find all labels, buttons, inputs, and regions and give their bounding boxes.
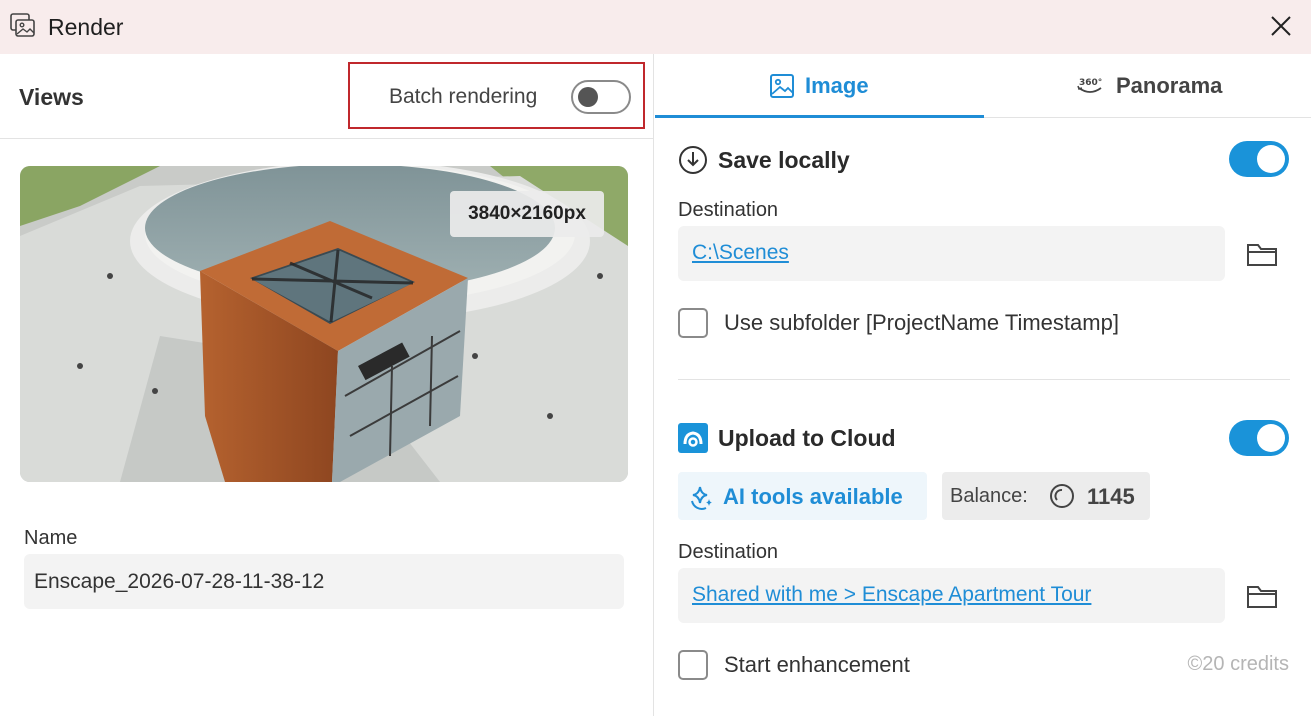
download-circle-icon <box>679 146 707 174</box>
cloud-destination-link[interactable]: Shared with me > Enscape Apartment Tour <box>692 583 1091 607</box>
views-panel: Views Batch rendering 3840×2160px Name E… <box>0 54 654 716</box>
resolution-badge: 3840×2160px <box>450 191 604 237</box>
tab-panorama[interactable]: 360° Panorama <box>984 54 1311 118</box>
toggle-knob <box>1257 424 1285 452</box>
toggle-knob <box>578 87 598 107</box>
use-subfolder-label: Use subfolder [ProjectName Timestamp] <box>724 310 1119 335</box>
batch-rendering-highlight: Batch rendering <box>348 62 645 129</box>
images-icon <box>10 13 35 37</box>
views-title: Views <box>19 84 84 110</box>
window-title: Render <box>48 14 124 40</box>
ai-sparkle-icon <box>691 486 712 510</box>
enhancement-credits: ©20 credits <box>1187 653 1289 675</box>
folder-icon[interactable] <box>1245 581 1279 611</box>
credit-balance: Balance: 1145 <box>942 472 1150 520</box>
views-header: Views Batch rendering <box>0 54 654 139</box>
cloud-logo-icon <box>678 423 708 453</box>
tab-image-label: Image <box>805 73 869 98</box>
folder-icon[interactable] <box>1245 239 1279 269</box>
tab-panorama-label: Panorama <box>1116 73 1223 98</box>
batch-rendering-label: Batch rendering <box>389 85 538 108</box>
ai-tools-button[interactable]: AI tools available <box>678 472 927 520</box>
start-enhancement-checkbox[interactable] <box>678 650 708 680</box>
save-locally-toggle[interactable] <box>1229 141 1289 177</box>
balance-label: Balance: <box>950 485 1028 507</box>
upload-cloud-title: Upload to Cloud <box>718 425 896 451</box>
name-label: Name <box>24 527 78 549</box>
cloud-destination-field: Shared with me > Enscape Apartment Tour <box>678 568 1225 623</box>
local-destination-link[interactable]: C:\Scenes <box>692 241 789 265</box>
local-destination-field: C:\Scenes <box>678 226 1225 281</box>
output-panel: Image 360° Panorama Save locally Destina… <box>655 54 1311 716</box>
tab-image[interactable]: Image <box>655 54 984 118</box>
start-enhancement-label: Start enhancement <box>724 652 910 677</box>
local-destination-label: Destination <box>678 199 779 221</box>
svg-text:360°: 360° <box>1079 78 1102 88</box>
close-icon[interactable] <box>1267 12 1295 40</box>
toggle-knob <box>1257 145 1285 173</box>
batch-rendering-toggle[interactable] <box>571 80 631 114</box>
credits-icon <box>1050 484 1074 508</box>
balance-value: 1145 <box>1087 484 1135 509</box>
image-icon <box>770 74 794 98</box>
ai-tools-label: AI tools available <box>723 484 903 509</box>
name-input[interactable] <box>24 554 624 609</box>
save-locally-title: Save locally <box>718 147 850 173</box>
title-bar: Render <box>0 0 1311 54</box>
use-subfolder-checkbox[interactable] <box>678 308 708 338</box>
panorama-360-icon: 360° <box>1077 78 1102 93</box>
cloud-destination-label: Destination <box>678 541 779 563</box>
upload-cloud-toggle[interactable] <box>1229 420 1289 456</box>
section-divider <box>678 379 1290 380</box>
